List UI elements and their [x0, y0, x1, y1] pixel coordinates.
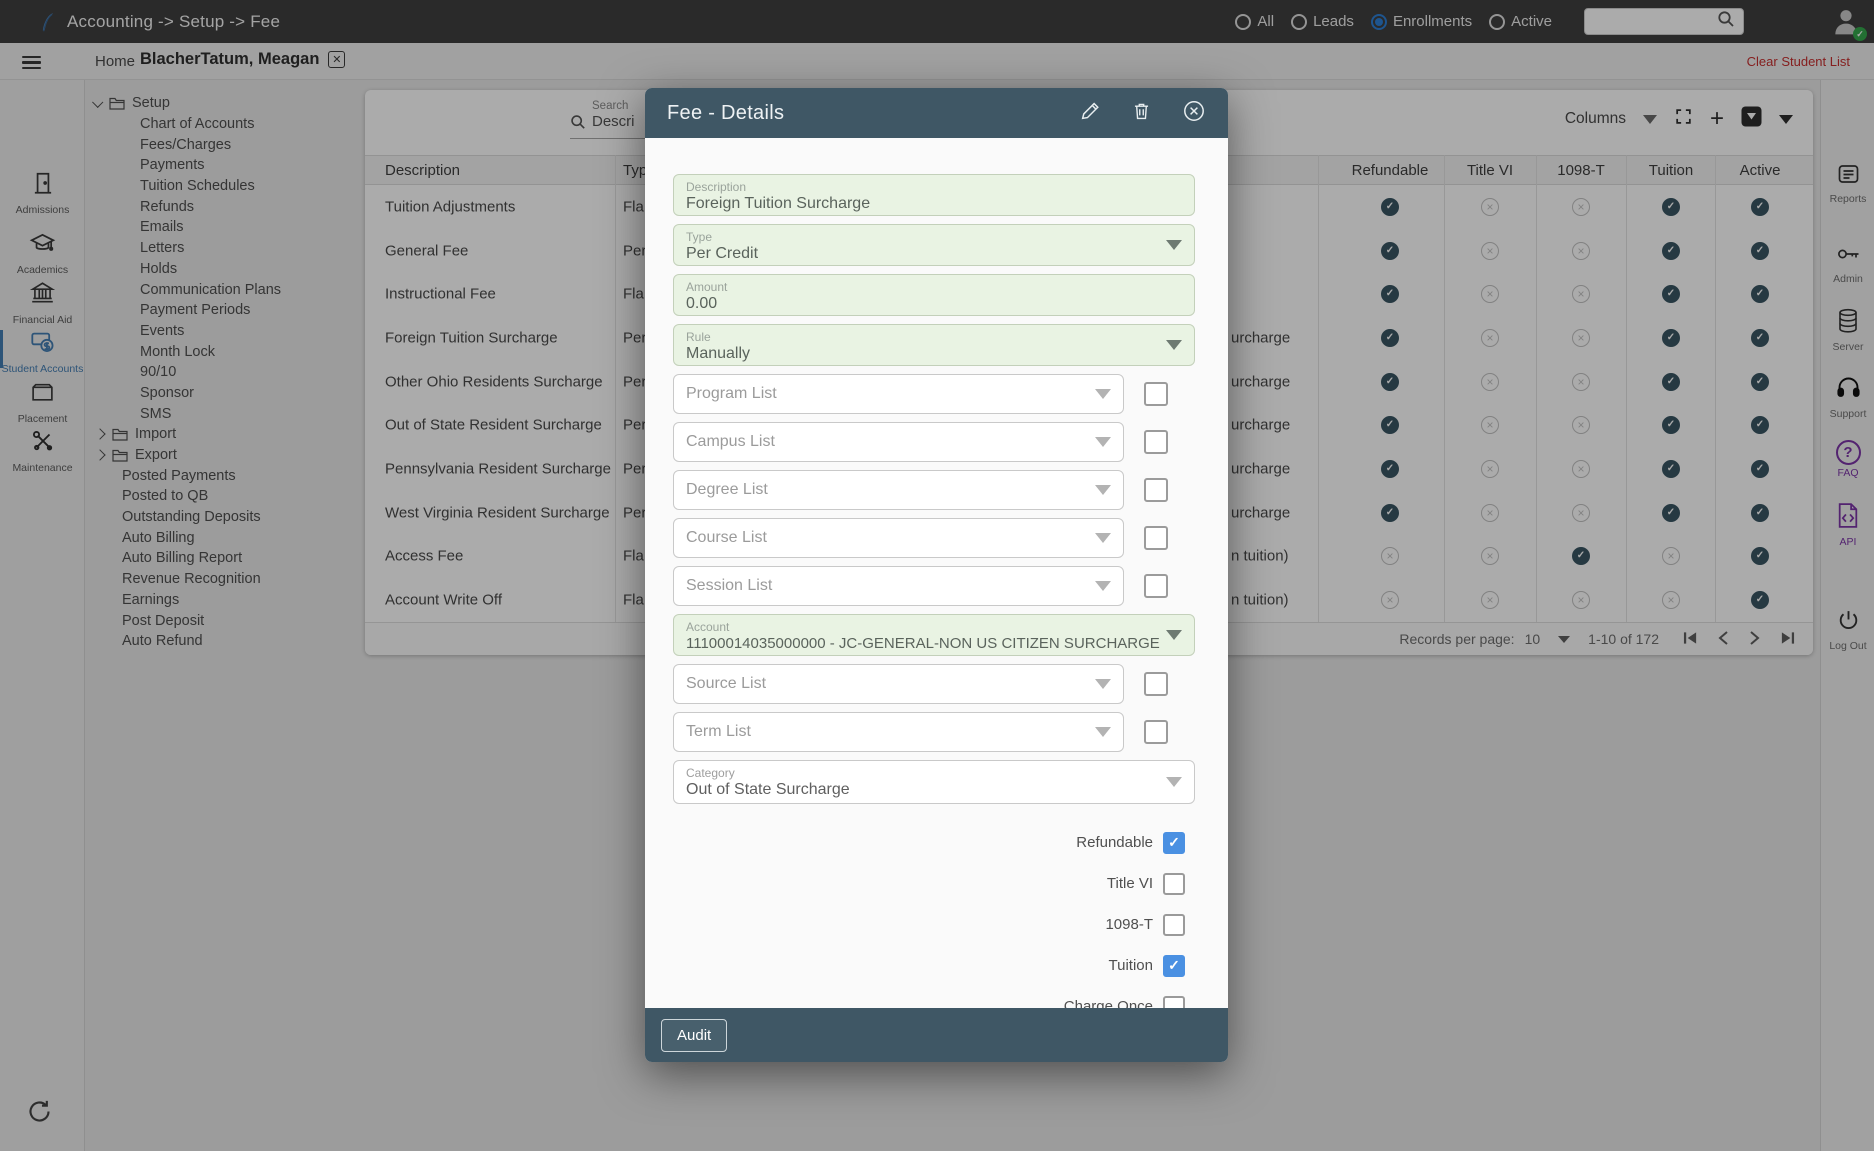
chevron-down-icon[interactable]	[1095, 581, 1111, 591]
checkbox-label: Tuition	[673, 957, 1153, 974]
field-value: Per Credit	[686, 245, 1182, 263]
field-value: Foreign Tuition Surcharge	[686, 195, 1182, 213]
fee-details-modal: Fee - Details Description Foreign Tuitio…	[645, 88, 1228, 1062]
modal-checkbox-section: Refundable Title VI 1098-T Tuiti	[673, 822, 1200, 1027]
checkbox-label: 1098-T	[673, 916, 1153, 933]
delete-icon[interactable]	[1131, 100, 1152, 127]
chevron-down-icon[interactable]	[1095, 437, 1111, 447]
chevron-down-icon[interactable]	[1166, 777, 1182, 787]
modal-title: Fee - Details	[667, 102, 1079, 125]
app-root: Accounting -> Setup -> Fee All Leads Enr…	[0, 0, 1874, 1151]
program-list-checkbox[interactable]	[1144, 382, 1168, 406]
field-value: 11100014035000000 - JC-GENERAL-NON US CI…	[686, 635, 1182, 652]
chevron-down-icon[interactable]	[1166, 340, 1182, 350]
type-field[interactable]: Type Per Credit	[673, 224, 1195, 266]
checkbox[interactable]	[1163, 955, 1185, 977]
chevron-down-icon[interactable]	[1095, 485, 1111, 495]
chevron-down-icon[interactable]	[1095, 389, 1111, 399]
chevron-down-icon[interactable]	[1166, 240, 1182, 250]
source-list-dropdown[interactable]: Source List	[673, 664, 1124, 704]
session-list-checkbox[interactable]	[1144, 574, 1168, 598]
field-placeholder: Course List	[686, 529, 767, 547]
field-placeholder: Term List	[686, 723, 751, 741]
modal-body: Description Foreign Tuition Surcharge Ty…	[645, 138, 1228, 1062]
checkbox[interactable]	[1163, 873, 1185, 895]
category-field[interactable]: Category Out of State Surcharge	[673, 760, 1195, 804]
field-label: Category	[686, 766, 1182, 780]
course-list-checkbox[interactable]	[1144, 526, 1168, 550]
session-list-dropdown[interactable]: Session List	[673, 566, 1124, 606]
modal-checkbox-row: 1098-T	[673, 904, 1200, 945]
checkbox[interactable]	[1163, 832, 1185, 854]
field-placeholder: Session List	[686, 577, 772, 595]
chevron-down-icon[interactable]	[1095, 533, 1111, 543]
field-label: Rule	[686, 330, 1182, 344]
chevron-down-icon[interactable]	[1166, 630, 1182, 640]
field-label: Description	[686, 180, 1182, 194]
modal-checkbox-row: Tuition	[673, 945, 1200, 986]
field-label: Amount	[686, 280, 1182, 294]
degree-list-checkbox[interactable]	[1144, 478, 1168, 502]
field-value: Manually	[686, 345, 1182, 363]
amount-field[interactable]: Amount 0.00	[673, 274, 1195, 316]
course-list-dropdown[interactable]: Course List	[673, 518, 1124, 558]
field-placeholder: Degree List	[686, 481, 768, 499]
audit-button[interactable]: Audit	[661, 1019, 727, 1052]
campus-list-dropdown[interactable]: Campus List	[673, 422, 1124, 462]
field-label: Type	[686, 230, 1182, 244]
close-icon[interactable]	[1182, 99, 1206, 128]
modal-checkbox-row: Title VI	[673, 863, 1200, 904]
modal-header: Fee - Details	[645, 88, 1228, 138]
checkbox-label: Title VI	[673, 875, 1153, 892]
chevron-down-icon[interactable]	[1095, 727, 1111, 737]
field-value: Out of State Surcharge	[686, 781, 1182, 799]
rule-field[interactable]: Rule Manually	[673, 324, 1195, 366]
term-list-dropdown[interactable]: Term List	[673, 712, 1124, 752]
description-field[interactable]: Description Foreign Tuition Surcharge	[673, 174, 1195, 216]
field-label: Account	[686, 620, 1182, 634]
program-list-dropdown[interactable]: Program List	[673, 374, 1124, 414]
edit-icon[interactable]	[1079, 100, 1101, 127]
checkbox[interactable]	[1163, 914, 1185, 936]
term-list-checkbox[interactable]	[1144, 720, 1168, 744]
campus-list-checkbox[interactable]	[1144, 430, 1168, 454]
field-value: 0.00	[686, 295, 1182, 313]
field-placeholder: Program List	[686, 385, 777, 403]
modal-footer: Audit	[645, 1008, 1228, 1062]
checkbox-label: Refundable	[673, 834, 1153, 851]
field-placeholder: Source List	[686, 675, 766, 693]
chevron-down-icon[interactable]	[1095, 679, 1111, 689]
modal-checkbox-row: Refundable	[673, 822, 1200, 863]
degree-list-dropdown[interactable]: Degree List	[673, 470, 1124, 510]
field-placeholder: Campus List	[686, 433, 775, 451]
account-field[interactable]: Account 11100014035000000 - JC-GENERAL-N…	[673, 614, 1195, 656]
source-list-checkbox[interactable]	[1144, 672, 1168, 696]
